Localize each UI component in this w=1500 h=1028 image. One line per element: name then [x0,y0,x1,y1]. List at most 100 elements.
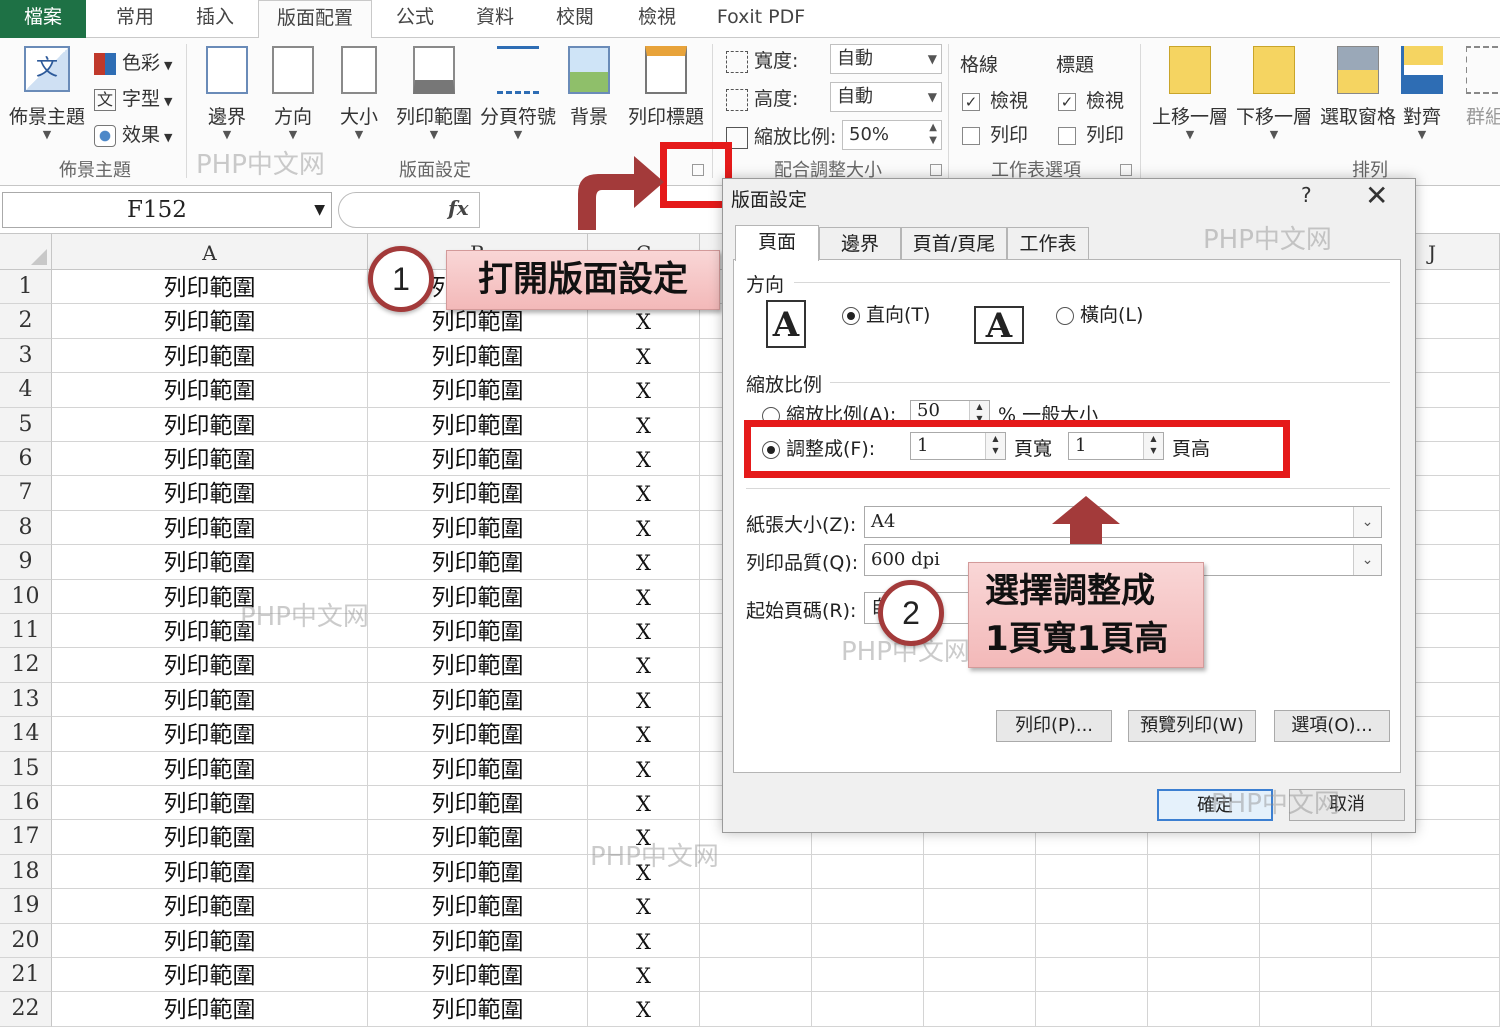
empty-cell[interactable] [700,958,812,993]
empty-cell[interactable] [1372,958,1500,993]
cell-b[interactable]: 列印範圍 [368,923,588,958]
print-button[interactable]: 列印(P)... [996,710,1112,742]
row-header[interactable]: 15 [0,751,52,786]
row-header[interactable]: 13 [0,682,52,718]
row-header[interactable]: 8 [0,510,52,546]
row-header[interactable]: 5 [0,407,52,442]
adjust-to-spinner[interactable]: 50 ▲ ▼ [910,400,990,422]
empty-cell[interactable] [812,958,924,993]
empty-cell[interactable] [1372,992,1500,1027]
landscape-radio[interactable]: 橫向(L) [1056,300,1143,327]
cell-a[interactable]: 列印範圍 [52,545,368,580]
cell-c[interactable]: X [588,614,700,649]
cell-a[interactable]: 列印範圍 [52,476,368,511]
cell-c[interactable]: X [588,338,700,374]
cell-c[interactable]: X [588,682,700,718]
empty-cell[interactable] [812,992,924,1027]
cell-c[interactable]: X [588,992,700,1027]
margins-button[interactable]: 邊界 ▼ [190,42,264,152]
cell-b[interactable]: 列印範圍 [368,614,588,649]
cell-b[interactable]: 列印範圍 [368,958,588,993]
row-header[interactable]: 18 [0,854,52,890]
height-select[interactable]: 自動 ▼ [830,82,942,112]
cell-a[interactable]: 列印範圍 [52,751,368,786]
sheet-options-dialog-launcher[interactable] [1120,164,1132,176]
cell-a[interactable]: 列印範圍 [52,407,368,442]
themes-button[interactable]: 文 佈景主題 ▼ [6,42,88,152]
background-button[interactable]: 背景 [552,42,626,152]
row-header[interactable]: 17 [0,820,52,855]
insert-function-icon[interactable]: fx [448,196,469,220]
cell-c[interactable]: X [588,442,700,477]
print-titles-button[interactable]: 列印標題 [626,42,706,152]
empty-cell[interactable] [700,992,812,1027]
row-header[interactable]: 20 [0,923,52,958]
cell-b[interactable]: 列印範圍 [368,442,588,477]
cell-b[interactable]: 列印範圍 [368,648,588,683]
size-button[interactable]: 大小 ▼ [322,42,396,152]
row-header[interactable]: 7 [0,476,52,511]
cell-c[interactable]: X [588,545,700,580]
print-preview-button[interactable]: 預覽列印(W) [1128,710,1256,742]
empty-cell[interactable] [812,854,924,890]
cell-a[interactable]: 列印範圍 [52,373,368,408]
empty-cell[interactable] [1036,992,1148,1027]
cell-c[interactable]: X [588,476,700,511]
portrait-radio[interactable]: 直向(T) [842,300,930,327]
cell-b[interactable]: 列印範圍 [368,992,588,1027]
align-button[interactable]: 對齊 ▼ [1392,42,1452,152]
empty-cell[interactable] [700,889,812,924]
tab-data[interactable]: 資料 [462,0,528,38]
empty-cell[interactable] [1372,854,1500,890]
tab-sheet[interactable]: 工作表 [1007,227,1089,260]
empty-cell[interactable] [1148,854,1260,890]
send-backward-button[interactable]: 下移一層 ▼ [1232,42,1316,152]
cell-c[interactable]: X [588,648,700,683]
empty-cell[interactable] [1260,854,1372,890]
cell-c[interactable]: X [588,751,700,786]
theme-effects-button[interactable]: 效果 ▼ [94,120,172,150]
empty-cell[interactable] [1260,958,1372,993]
cell-c[interactable]: X [588,579,700,614]
empty-cell[interactable] [1372,889,1500,924]
cell-b[interactable]: 列印範圍 [368,820,588,855]
cell-c[interactable]: X [588,407,700,442]
empty-cell[interactable] [1148,923,1260,958]
row-header[interactable]: 11 [0,614,52,649]
gridlines-view-checkbox[interactable]: ✓ 檢視 [962,86,1028,116]
cell-a[interactable]: 列印範圍 [52,338,368,374]
close-icon[interactable]: ✕ [1365,179,1388,212]
tab-view[interactable]: 檢視 [624,0,690,38]
headings-view-checkbox[interactable]: ✓ 檢視 [1058,86,1124,116]
row-header[interactable]: 1 [0,270,52,305]
cell-c[interactable]: X [588,923,700,958]
cell-b[interactable]: 列印範圍 [368,545,588,580]
tab-header-footer[interactable]: 頁首/頁尾 [901,227,1007,260]
cell-b[interactable]: 列印範圍 [368,889,588,924]
bring-forward-button[interactable]: 上移一層 ▼ [1148,42,1232,152]
cell-c[interactable]: X [588,717,700,752]
cell-b[interactable]: 列印範圍 [368,717,588,752]
empty-cell[interactable] [1036,889,1148,924]
empty-cell[interactable] [924,923,1036,958]
headings-print-checkbox[interactable]: 列印 [1058,120,1124,150]
empty-cell[interactable] [1372,923,1500,958]
cell-b[interactable]: 列印範圍 [368,854,588,890]
cell-a[interactable]: 列印範圍 [52,510,368,546]
gridlines-print-checkbox[interactable]: 列印 [962,120,1028,150]
cell-b[interactable]: 列印範圍 [368,751,588,786]
cell-b[interactable]: 列印範圍 [368,510,588,546]
cell-b[interactable]: 列印範圍 [368,476,588,511]
empty-cell[interactable] [1036,958,1148,993]
tab-page[interactable]: 頁面 [735,225,819,261]
cell-c[interactable]: X [588,373,700,408]
cell-b[interactable]: 列印範圍 [368,682,588,718]
cell-a[interactable]: 列印範圍 [52,854,368,890]
row-header[interactable]: 16 [0,786,52,821]
row-header[interactable]: 6 [0,442,52,477]
cell-a[interactable]: 列印範圍 [52,820,368,855]
selection-pane-button[interactable]: 選取窗格 [1316,42,1400,152]
empty-cell[interactable] [1260,992,1372,1027]
cell-b[interactable]: 列印範圍 [368,786,588,821]
row-header[interactable]: 3 [0,338,52,374]
